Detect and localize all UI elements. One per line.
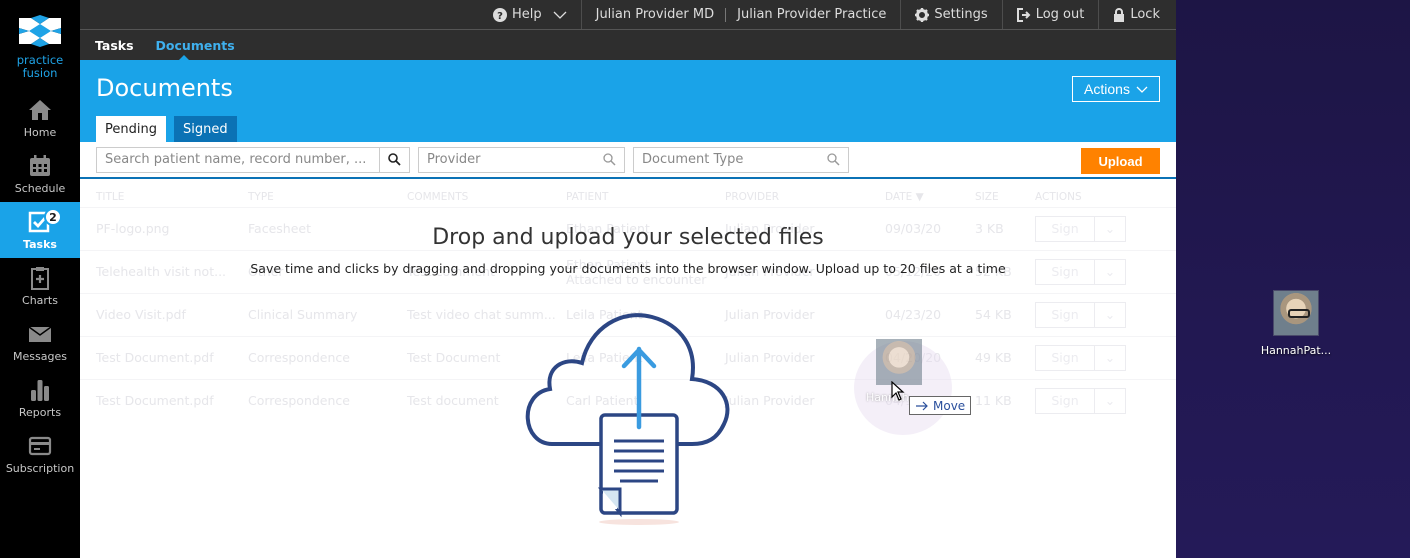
- svg-text:?: ?: [497, 11, 503, 22]
- desktop-file-icon[interactable]: HannahPat...: [1258, 290, 1334, 357]
- dragged-file-thumbnail: [876, 339, 922, 385]
- practice-fusion-logo[interactable]: practice fusion: [0, 0, 80, 90]
- gear-icon: [915, 7, 930, 22]
- move-label: Move: [933, 398, 966, 413]
- image-thumbnail-icon: [1273, 290, 1319, 336]
- practice-name: Julian Provider Practice: [737, 7, 887, 22]
- logout-icon: [1016, 7, 1031, 22]
- subnav-documents[interactable]: Documents: [156, 38, 235, 53]
- sidebar-item-label: Schedule: [14, 181, 66, 195]
- desktop-background: [1176, 0, 1410, 558]
- sidebar-item-label: Subscription: [5, 461, 75, 475]
- home-icon: [29, 99, 51, 120]
- sidebar-item-messages[interactable]: Messages: [0, 314, 80, 370]
- logout-button[interactable]: Log out: [1001, 0, 1099, 29]
- document-tabs: Pending Signed: [96, 116, 237, 142]
- drop-upload-overlay[interactable]: Drop and upload your selected files Save…: [80, 179, 1176, 557]
- sidebar-item-home[interactable]: Home: [0, 90, 80, 146]
- calendar-icon: [30, 154, 50, 176]
- provider-placeholder: Provider: [427, 152, 481, 167]
- page-title: Documents: [96, 74, 233, 102]
- cloud-upload-icon: [525, 313, 730, 525]
- sidebar-item-subscription[interactable]: Subscription: [0, 426, 80, 482]
- sidebar: practice fusion Home Schedule 2 Tasks Ch…: [0, 0, 80, 558]
- bar-chart-icon: [31, 379, 49, 401]
- lock-icon: [1114, 7, 1125, 22]
- tab-pending[interactable]: Pending: [96, 116, 166, 142]
- logo-icon: [19, 15, 61, 47]
- documents-table-area: TITLE TYPE COMMENTS PATIENT PROVIDER DAT…: [80, 179, 1176, 557]
- lock-button[interactable]: Lock: [1098, 0, 1176, 29]
- divider: [725, 7, 727, 22]
- search-icon: [602, 153, 616, 166]
- sidebar-item-label: Tasks: [23, 237, 57, 251]
- page-header: Documents Actions Pending Signed: [80, 60, 1176, 142]
- provider-filter-input[interactable]: Provider: [418, 146, 625, 173]
- search-icon: [826, 153, 840, 166]
- actions-label: Actions: [1084, 81, 1130, 97]
- sidebar-item-tasks[interactable]: 2 Tasks: [0, 202, 80, 258]
- help-menu[interactable]: ? Help: [479, 0, 581, 29]
- lock-label: Lock: [1130, 7, 1160, 22]
- sidebar-item-schedule[interactable]: Schedule: [0, 146, 80, 202]
- logo-text-line2: fusion: [22, 66, 58, 80]
- sidebar-item-label: Charts: [22, 293, 58, 307]
- chevron-down-icon: [1136, 86, 1148, 93]
- logout-label: Log out: [1035, 7, 1085, 22]
- clipboard-icon: [31, 266, 49, 290]
- sidebar-item-label: Home: [23, 125, 57, 139]
- user-info[interactable]: Julian Provider MD Julian Provider Pract…: [580, 0, 901, 29]
- help-label: Help: [511, 7, 542, 22]
- move-tooltip: Move: [909, 396, 972, 415]
- upload-button[interactable]: Upload: [1081, 148, 1160, 174]
- filter-bar: Search patient name, record number, ... …: [80, 142, 1176, 179]
- settings-label: Settings: [934, 7, 988, 22]
- mouse-cursor-icon: [891, 381, 905, 401]
- arrow-right-icon: [916, 401, 928, 410]
- question-circle-icon: ?: [492, 7, 507, 22]
- settings-button[interactable]: Settings: [900, 0, 1001, 29]
- search-placeholder: Search patient name, record number, ...: [105, 152, 367, 167]
- sidebar-item-label: Reports: [18, 405, 62, 419]
- top-bar: ? Help Julian Provider MD Julian Provide…: [80, 0, 1176, 30]
- user-name: Julian Provider MD: [595, 7, 715, 22]
- tab-signed[interactable]: Signed: [173, 116, 237, 142]
- desktop-file-label: HannahPat...: [1260, 344, 1332, 357]
- chevron-down-icon: [553, 11, 567, 19]
- drop-title: Drop and upload your selected files: [432, 225, 824, 250]
- subnav-tasks[interactable]: Tasks: [95, 38, 134, 53]
- patient-search-input[interactable]: Search patient name, record number, ...: [96, 146, 410, 173]
- drop-subtitle: Save time and clicks by dragging and dro…: [250, 261, 1006, 276]
- tasks-count-badge: 2: [44, 208, 62, 226]
- sidebar-item-label: Messages: [13, 349, 67, 363]
- actions-dropdown-button[interactable]: Actions: [1072, 76, 1160, 102]
- envelope-icon: [28, 325, 52, 342]
- sub-navigation: Tasks Documents: [80, 30, 1176, 61]
- app-window: ? Help Julian Provider MD Julian Provide…: [80, 0, 1176, 558]
- document-type-filter-input[interactable]: Document Type: [633, 146, 849, 173]
- doctype-placeholder: Document Type: [642, 152, 744, 167]
- search-button[interactable]: [379, 147, 409, 172]
- search-icon: [388, 153, 401, 166]
- credit-card-icon: [28, 436, 52, 455]
- sidebar-item-reports[interactable]: Reports: [0, 370, 80, 426]
- sidebar-item-charts[interactable]: Charts: [0, 258, 80, 314]
